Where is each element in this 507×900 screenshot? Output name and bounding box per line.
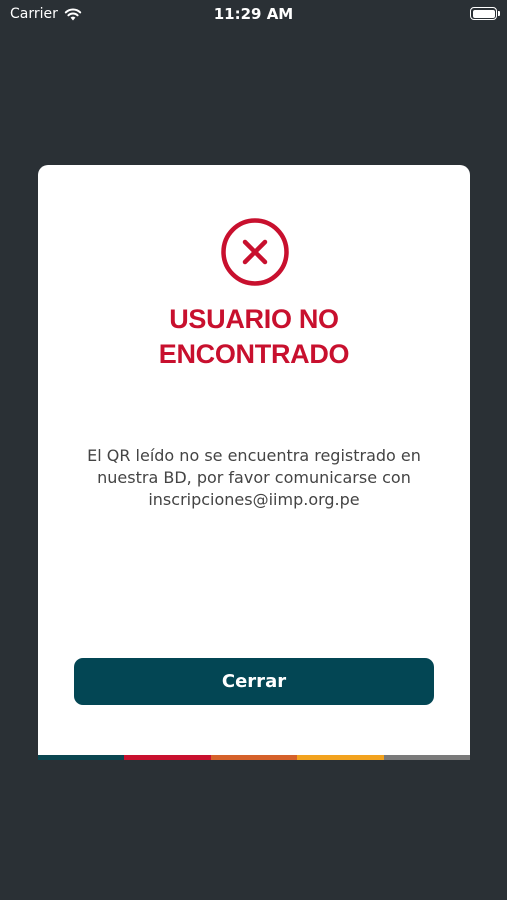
color-strip-segment [383, 755, 471, 760]
status-time: 11:29 AM [213, 5, 294, 23]
color-strip-segment [210, 755, 298, 760]
color-strip-segment [38, 755, 125, 760]
dialog-message: El QR leído no se encuentra registrado e… [68, 445, 440, 511]
error-x-circle-icon [221, 218, 289, 286]
status-bar: Carrier 11:29 AM [0, 0, 507, 28]
error-dialog: USUARIO NO ENCONTRADO El QR leído no se … [38, 165, 470, 755]
color-strip-segment [297, 755, 384, 760]
battery-icon [470, 7, 500, 20]
brand-color-strip [38, 755, 471, 760]
dialog-message-line: El QR leído no se encuentra registrado e… [87, 446, 421, 465]
dialog-title: USUARIO NO ENCONTRADO [38, 302, 470, 372]
dialog-message-email: inscripciones@iimp.org.pe [148, 490, 360, 509]
dialog-message-line: nuestra BD, por favor comunicarse con [97, 468, 411, 487]
dialog-title-line: ENCONTRADO [158, 339, 350, 369]
color-strip-segment [124, 755, 211, 760]
close-button[interactable]: Cerrar [74, 658, 434, 705]
dialog-title-line: USUARIO NO [169, 304, 339, 334]
